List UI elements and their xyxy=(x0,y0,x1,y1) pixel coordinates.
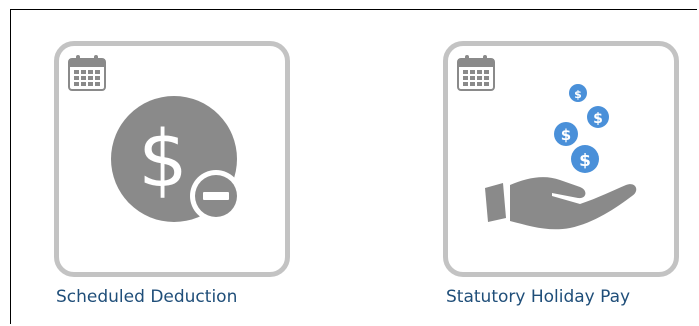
statutory-holiday-pay-tile[interactable]: $ $ $ $ xyxy=(443,41,679,277)
statutory-holiday-pay-label[interactable]: Statutory Holiday Pay xyxy=(446,287,630,307)
scheduled-deduction-label[interactable]: Scheduled Deduction xyxy=(56,287,237,307)
svg-text:$: $ xyxy=(138,115,188,205)
svg-text:$: $ xyxy=(593,111,603,127)
scheduled-deduction-tile[interactable]: $ xyxy=(54,41,290,277)
dollar-minus-icon: $ xyxy=(111,96,242,222)
svg-text:$: $ xyxy=(561,126,571,144)
svg-text:$: $ xyxy=(579,151,591,171)
svg-text:$: $ xyxy=(574,88,582,101)
hand-coins-icon: $ $ $ $ xyxy=(485,84,637,230)
